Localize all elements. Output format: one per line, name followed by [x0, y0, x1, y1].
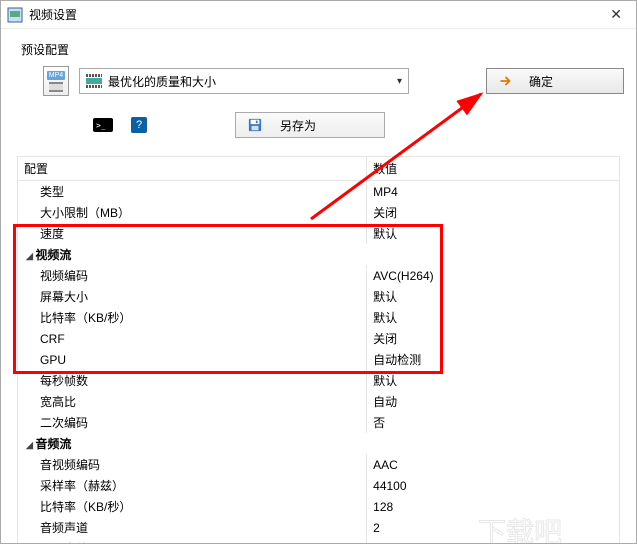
chevron-down-icon: ▾ — [397, 76, 402, 87]
table-row[interactable]: 每秒帧数默认 — [18, 370, 620, 391]
table-row[interactable]: 音视频编码AAC — [18, 454, 620, 475]
table-row[interactable]: 视频编码AVC(H264) — [18, 265, 620, 286]
table-row[interactable]: 采样率（赫兹）44100 — [18, 475, 620, 496]
table-row[interactable]: 比特率（KB/秒）128 — [18, 496, 620, 517]
ok-button-label: 确定 — [529, 73, 553, 90]
table-row[interactable]: CRF关闭 — [18, 328, 620, 349]
table-row[interactable]: 关闭音效否 — [18, 538, 620, 544]
table-row[interactable]: 速度默认 — [18, 223, 620, 244]
table-row[interactable]: 屏幕大小默认 — [18, 286, 620, 307]
window-title: 视频设置 — [29, 6, 602, 23]
col-header-key[interactable]: 配置 — [18, 157, 367, 181]
ok-button[interactable]: 确定 — [486, 68, 624, 94]
col-header-val[interactable]: 数值 — [367, 157, 620, 181]
ok-arrow-icon — [499, 74, 513, 88]
section-row[interactable]: 音频流 — [18, 433, 620, 454]
table-row[interactable]: 音频声道2 — [18, 517, 620, 538]
preset-selected-text: 最优化的质量和大小 — [108, 73, 216, 90]
table-row[interactable]: 大小限制（MB）关闭 — [18, 202, 620, 223]
save-as-button[interactable]: 另存为 — [235, 112, 385, 138]
help-icon[interactable]: ? — [131, 117, 147, 133]
save-as-label: 另存为 — [280, 117, 316, 134]
floppy-icon — [248, 118, 262, 132]
settings-table: 配置 数值 类型MP4大小限制（MB）关闭速度默认视频流视频编码AVC(H264… — [17, 156, 620, 544]
close-icon[interactable]: ✕ — [602, 6, 630, 23]
section-row[interactable]: 视频流 — [18, 244, 620, 265]
table-row[interactable]: 宽高比自动 — [18, 391, 620, 412]
table-row[interactable]: GPU自动检测 — [18, 349, 620, 370]
command-line-icon[interactable]: >_ — [93, 118, 113, 132]
app-icon — [7, 7, 23, 23]
titlebar: 视频设置 ✕ — [1, 1, 636, 29]
table-row[interactable]: 二次编码否 — [18, 412, 620, 433]
table-row[interactable]: 类型MP4 — [18, 181, 620, 203]
preset-label: 预设配置 — [21, 41, 624, 58]
film-icon — [86, 74, 102, 88]
mp4-icon: MP4 — [43, 66, 69, 96]
table-row[interactable]: 比特率（KB/秒）默认 — [18, 307, 620, 328]
preset-select[interactable]: 最优化的质量和大小 ▾ — [79, 68, 409, 94]
